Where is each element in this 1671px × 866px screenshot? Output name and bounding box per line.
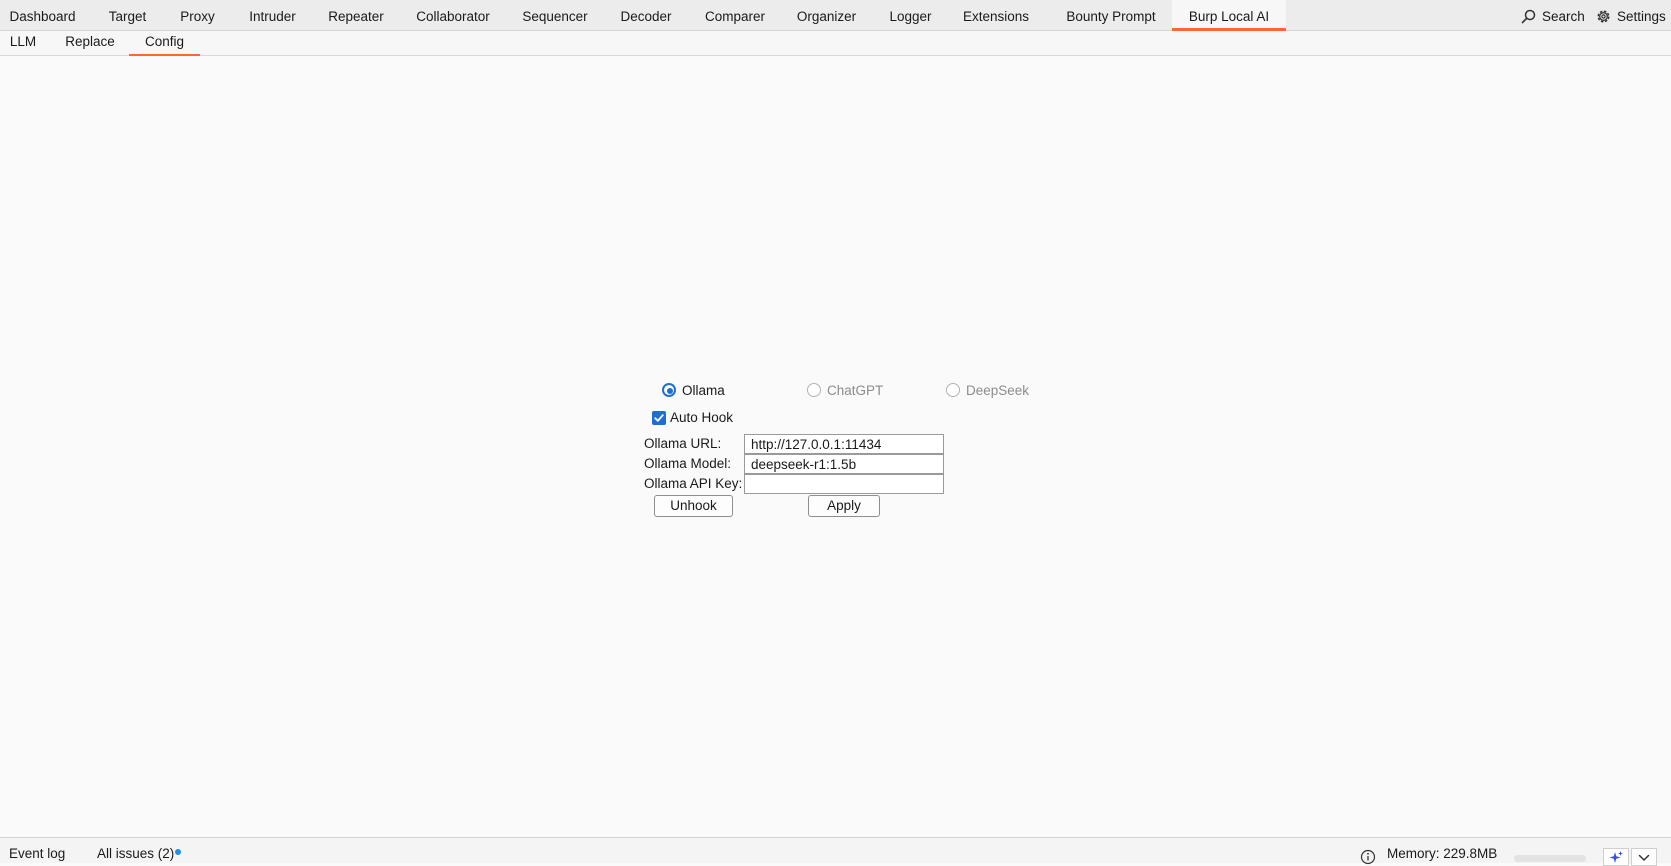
unhook-button[interactable]: Unhook — [654, 495, 733, 517]
ollama-url-label: Ollama URL: — [644, 436, 722, 451]
auto-hook-label: Auto Hook — [670, 410, 734, 425]
search-icon — [1521, 9, 1536, 24]
gear-icon — [1597, 10, 1610, 23]
subtab-config[interactable]: Config — [129, 31, 200, 56]
tab-sequencer[interactable]: Sequencer — [514, 0, 596, 31]
tab-target[interactable]: Target — [85, 0, 170, 31]
tab-proxy[interactable]: Proxy — [170, 0, 225, 31]
ollama-url-field[interactable] — [744, 434, 944, 454]
search-label: Search — [1542, 9, 1585, 24]
tab-burp-local-ai[interactable]: Burp Local AI — [1172, 0, 1286, 31]
tab-comparer[interactable]: Comparer — [696, 0, 774, 31]
tab-dashboard[interactable]: Dashboard — [0, 0, 85, 31]
tab-bounty-prompt[interactable]: Bounty Prompt — [1050, 0, 1172, 31]
status-menu-button[interactable] — [1631, 848, 1657, 866]
main-tab-bar: Dashboard Target Proxy Intruder Repeater… — [0, 0, 1671, 31]
tab-collaborator[interactable]: Collaborator — [392, 0, 514, 31]
tab-logger[interactable]: Logger — [879, 0, 942, 31]
checkmark-icon — [654, 414, 664, 422]
memory-usage-bar — [1514, 855, 1586, 862]
tab-organizer[interactable]: Organizer — [774, 0, 879, 31]
tab-repeater[interactable]: Repeater — [320, 0, 392, 31]
tab-extensions[interactable]: Extensions — [942, 0, 1050, 31]
sparkle-icon — [1609, 851, 1623, 863]
event-log-link[interactable]: Event log — [9, 846, 65, 861]
ollama-model-label: Ollama Model: — [644, 456, 732, 471]
notification-dot — [175, 849, 181, 855]
settings-button[interactable]: Settings — [1595, 0, 1671, 31]
tab-intruder[interactable]: Intruder — [225, 0, 320, 31]
radio-ollama-label: Ollama — [682, 383, 725, 398]
subtab-replace[interactable]: Replace — [60, 31, 120, 56]
all-issues-link[interactable]: All issues (2) — [97, 846, 174, 861]
ollama-model-field[interactable] — [744, 454, 944, 474]
radio-chatgpt-label: ChatGPT — [827, 383, 884, 398]
ai-assistant-button[interactable] — [1603, 848, 1629, 866]
tab-decoder[interactable]: Decoder — [596, 0, 696, 31]
ollama-api-key-label: Ollama API Key: — [644, 476, 743, 491]
settings-label: Settings — [1617, 9, 1666, 24]
status-bar: Event log All issues (2) Memory: 229.8MB — [0, 837, 1671, 866]
radio-circle — [662, 383, 676, 397]
memory-usage: Memory: 229.8MB — [1387, 846, 1498, 861]
apply-button[interactable]: Apply — [808, 495, 880, 517]
sub-tab-bar: LLM Replace Config — [0, 31, 1671, 56]
ollama-api-key-field[interactable] — [744, 474, 944, 494]
checkbox-box — [652, 411, 666, 425]
radio-circle — [946, 383, 960, 397]
radio-deepseek-label: DeepSeek — [966, 383, 1030, 398]
subtab-llm[interactable]: LLM — [0, 31, 46, 56]
search-button[interactable]: Search — [1521, 0, 1585, 31]
radio-circle — [807, 383, 821, 397]
